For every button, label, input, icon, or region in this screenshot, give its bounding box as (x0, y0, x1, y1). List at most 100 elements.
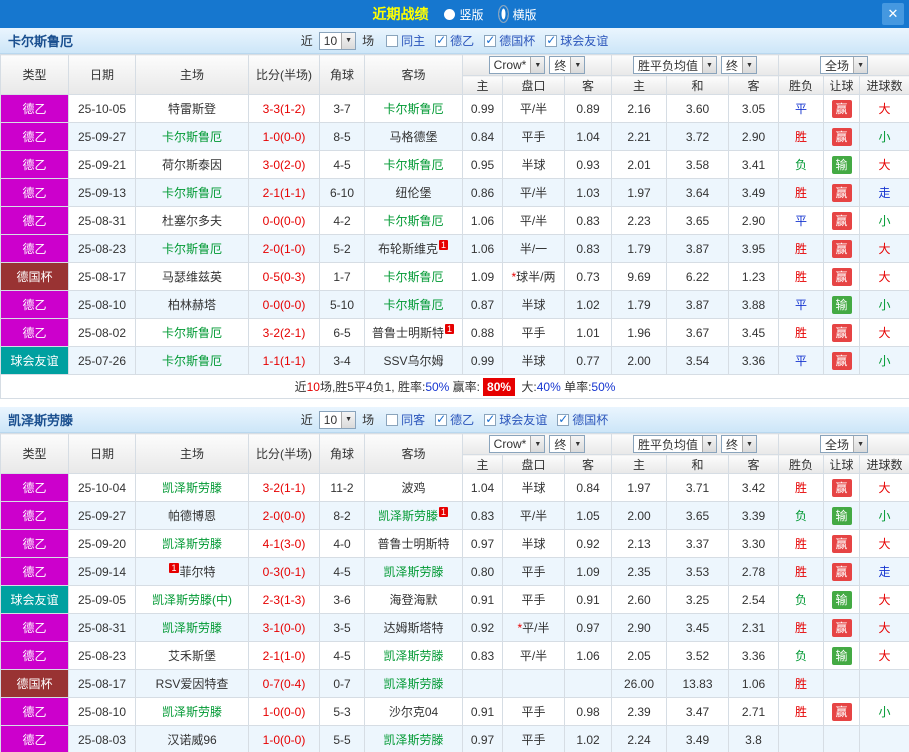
cell-odds-handicap: 平/半 (502, 94, 565, 123)
team-label: 卡尔斯鲁厄 (383, 158, 444, 172)
col-odds-home: 主 (462, 75, 503, 95)
avg-final-select[interactable]: 终 ▼ (721, 435, 758, 453)
avg-group-header: 胜平负均值 ▼ 终 ▼ (610, 54, 780, 76)
team-name: 卡尔斯鲁厄 (8, 34, 74, 49)
avg-dropdown-select[interactable]: 胜平负均值 ▼ (632, 435, 717, 453)
odds-company-select[interactable]: Crow* ▼ (488, 435, 546, 453)
filter-checkbox-3[interactable]: 球会友谊 (545, 32, 608, 49)
cell-avg-draw: 3.87 (666, 290, 729, 319)
recent-count-select[interactable]: 10 ▼ (318, 31, 357, 50)
cell-score: 0-5(0-3) (248, 262, 320, 291)
cell-home-team: 特雷斯登 (135, 94, 249, 123)
team-label: 卡尔斯鲁厄 (161, 130, 222, 144)
cell-avg-away: 2.71 (727, 697, 780, 726)
cell-goals-result: 大 (859, 529, 909, 558)
cell-odds-handicap: 半球 (502, 346, 565, 375)
cell-odds-home: 0.86 (462, 178, 503, 207)
filter-checkbox-2[interactable]: 球会友谊 (484, 411, 547, 428)
cell-match-result: 胜 (778, 473, 825, 502)
team-label: 凯泽斯劳滕 (161, 705, 222, 719)
checkbox-label: 德乙 (450, 34, 475, 48)
cell-avg-away: 2.90 (727, 122, 780, 151)
col-date: 日期 (68, 54, 136, 95)
cell-avg-draw: 3.65 (666, 501, 729, 530)
cell-league-type: 球会友谊 (0, 585, 69, 614)
cell-score: 2-1(1-0) (248, 641, 320, 670)
summary-part: 赢率: (449, 380, 481, 394)
odds-company-select[interactable]: Crow* ▼ (488, 56, 546, 74)
cell-avg-away: 3.36 (727, 346, 780, 375)
cell-match-result: 平 (778, 290, 825, 319)
cell-home-team: 凯泽斯劳滕 (135, 613, 249, 642)
match-row: 德乙 25-09-27 帕德博恩 2-0(0-0) 8-2 凯泽斯劳滕 1 0.83 平/半 1.… (0, 501, 909, 530)
odds-final-select[interactable]: 终 ▼ (549, 56, 586, 74)
cell-date: 25-08-23 (68, 234, 136, 263)
popup-titlebar: 近期战绩 竖版 横版 ✕ (0, 0, 909, 28)
layout-radio-0[interactable]: 竖版 (444, 6, 484, 23)
cell-odds-home: 0.83 (462, 501, 503, 530)
cell-odds-home (462, 669, 503, 698)
chevron-down-icon: ▼ (742, 57, 757, 73)
layout-radio-1[interactable]: 横版 (497, 5, 537, 23)
match-row: 球会友谊 25-07-26 卡尔斯鲁厄 1-1(1-1) 3-4 SSV乌尔姆 0.99 半球… (0, 346, 909, 375)
cell-goals-result: 小 (859, 697, 909, 726)
cell-corners: 5-10 (319, 290, 365, 319)
cell-corners: 6-5 (319, 318, 365, 347)
avg-final-select[interactable]: 终 ▼ (721, 56, 758, 74)
team-label: 艾禾斯堡 (167, 649, 216, 663)
cell-odds-away: 1.03 (564, 178, 612, 207)
cell-handicap-result: 输 (823, 641, 861, 670)
cell-away-team: 沙尔克04 (364, 697, 463, 726)
cell-corners: 8-5 (319, 122, 365, 151)
cell-handicap-result: 赢 (823, 206, 861, 235)
cell-league-type: 德乙 (0, 206, 69, 235)
cell-avg-draw: 3.58 (666, 150, 729, 179)
cell-home-team: 柏林赫塔 (135, 290, 249, 319)
filter-checkbox-2[interactable]: 德国杯 (484, 32, 535, 49)
cell-avg-home: 1.97 (611, 178, 667, 207)
scope-select[interactable]: 全场 ▼ (820, 56, 869, 74)
cell-avg-away: 3.42 (727, 473, 780, 502)
cell-odds-away (564, 669, 612, 698)
cell-goals-result: 大 (859, 262, 909, 291)
cell-odds-handicap (502, 669, 565, 698)
cell-goals-result: 大 (859, 473, 909, 502)
cell-corners: 5-2 (319, 234, 365, 263)
cell-league-type: 德乙 (0, 697, 69, 726)
cell-goals-result: 大 (859, 641, 909, 670)
filter-checkbox-1[interactable]: 德乙 (435, 32, 474, 49)
cell-away-team: 凯泽斯劳滕 (364, 725, 463, 752)
cell-date: 25-09-05 (68, 585, 136, 614)
filter-checkbox-3[interactable]: 德国杯 (557, 411, 608, 428)
cell-match-result: 负 (778, 150, 825, 179)
cell-odds-handicap: 平手 (502, 697, 565, 726)
section-kaiserslautern: 近 10▼ 场 同客德乙球会友谊德国杯 凯泽斯劳滕 类型 日期 主场 比分(半场… (0, 407, 909, 752)
odds-final-select[interactable]: 终 ▼ (549, 435, 586, 453)
filter-checkbox-1[interactable]: 德乙 (435, 411, 474, 428)
cell-odds-away: 0.77 (564, 346, 612, 375)
cell-score: 1-1(1-1) (248, 346, 320, 375)
team-label: 汉诺威96 (167, 733, 217, 747)
team-label: 波鸡 (401, 481, 426, 495)
cell-date: 25-08-31 (68, 613, 136, 642)
cell-odds-handicap: 半球 (502, 290, 565, 319)
cell-home-team: 马瑟维兹英 (135, 262, 249, 291)
scope-select[interactable]: 全场 ▼ (820, 435, 869, 453)
avg-dropdown-select[interactable]: 胜平负均值 ▼ (632, 56, 717, 74)
odds-group-header: Crow* ▼ 终 ▼ (462, 54, 612, 76)
chevron-down-icon: ▼ (341, 411, 356, 428)
close-button[interactable]: ✕ (882, 3, 904, 25)
team-label: 凯泽斯劳滕 (161, 621, 222, 635)
team-label: RSV爱因特查 (155, 677, 229, 691)
chevron-down-icon: ▼ (570, 436, 585, 452)
cell-avg-home: 2.00 (611, 501, 667, 530)
cell-avg-draw: 6.22 (666, 262, 729, 291)
cell-avg-home: 26.00 (611, 669, 667, 698)
checkbox-icon (386, 413, 399, 426)
cell-odds-away: 0.89 (564, 94, 612, 123)
filter-checkbox-0[interactable]: 同客 (386, 411, 425, 428)
team-label: 凯泽斯劳滕 (383, 733, 444, 747)
cell-odds-handicap: *平/半 (502, 613, 565, 642)
recent-count-select[interactable]: 10 ▼ (318, 410, 357, 429)
filter-checkbox-0[interactable]: 同主 (386, 32, 425, 49)
